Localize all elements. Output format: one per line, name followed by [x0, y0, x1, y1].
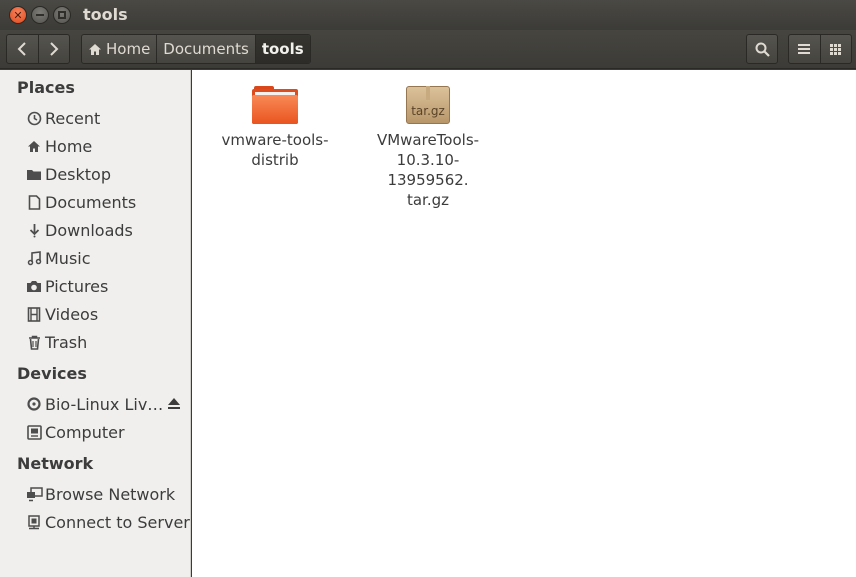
disc-icon	[25, 395, 43, 413]
back-button[interactable]	[7, 35, 38, 63]
download-icon	[25, 221, 43, 239]
chevron-left-icon	[18, 42, 27, 56]
devices-header: Devices	[17, 364, 87, 383]
file-view: vmware-tools- distrib tar.gz VMwareTools…	[192, 70, 856, 577]
document-icon	[25, 193, 43, 211]
close-button[interactable]: ✕	[9, 6, 27, 24]
window-title: tools	[83, 5, 128, 24]
breadcrumb-tools-label: tools	[261, 40, 304, 58]
sidebar-item-browse-network[interactable]: Browse Network	[25, 482, 175, 506]
chevron-right-icon	[50, 42, 59, 56]
maximize-button[interactable]	[53, 6, 71, 24]
sidebar-item-documents[interactable]: Documents	[25, 190, 136, 214]
breadcrumb-home-label: Home	[106, 40, 151, 58]
archive-icon: tar.gz	[406, 84, 450, 124]
sidebar-item-trash[interactable]: Trash	[25, 330, 87, 354]
sidebar-item-label: Browse Network	[45, 484, 176, 504]
file-name: VMwareTools- 10.3.10-13959562. tar.gz	[376, 131, 480, 209]
camera-icon	[25, 277, 43, 295]
server-icon	[25, 513, 43, 531]
sidebar-item-label: Pictures	[45, 276, 109, 296]
sidebar-item-label: Home	[45, 136, 93, 156]
sidebar-item-label: Bio-Linux Liv…	[45, 394, 164, 414]
music-icon	[25, 249, 43, 267]
sidebar-item-pictures[interactable]: Pictures	[25, 274, 108, 298]
sidebar-item-home[interactable]: Home	[25, 134, 92, 158]
list-view-button[interactable]	[789, 35, 820, 63]
search-icon	[755, 42, 770, 57]
clock-icon	[25, 109, 43, 127]
sidebar-item-music[interactable]: Music	[25, 246, 91, 270]
sidebar-item-label: Desktop	[45, 164, 111, 184]
sidebar: Places Recent Home Desktop Documents Dow…	[0, 70, 191, 577]
sidebar-item-label: Documents	[45, 192, 137, 212]
computer-icon	[25, 423, 43, 441]
breadcrumb-tools[interactable]: tools	[254, 35, 310, 63]
maximize-icon	[58, 11, 66, 19]
list-view-icon	[798, 44, 811, 54]
archive-badge: tar.gz	[411, 104, 445, 118]
navigation-buttons	[6, 34, 70, 64]
home-icon	[25, 137, 43, 155]
sidebar-item-connect-to-server[interactable]: Connect to Server	[25, 510, 190, 534]
view-toggle	[788, 34, 852, 64]
eject-icon	[168, 397, 180, 405]
forward-button[interactable]	[37, 35, 69, 63]
file-name: vmware-tools- distrib	[221, 131, 329, 169]
sidebar-item-label: Trash	[45, 332, 88, 352]
file-item-archive[interactable]: tar.gz VMwareTools- 10.3.10-13959562. ta…	[365, 84, 491, 210]
grid-view-icon	[830, 43, 842, 55]
toolbar: Home Documents tools	[0, 30, 856, 69]
network-header: Network	[17, 454, 94, 473]
sidebar-item-label: Recent	[45, 108, 101, 128]
minimize-icon	[36, 14, 44, 16]
sidebar-item-bio-linux[interactable]: Bio-Linux Liv…	[25, 392, 163, 416]
folder-icon	[252, 84, 298, 124]
sidebar-item-videos[interactable]: Videos	[25, 302, 98, 326]
sidebar-item-downloads[interactable]: Downloads	[25, 218, 133, 242]
minimize-button[interactable]	[31, 6, 49, 24]
trash-icon	[25, 333, 43, 351]
search-button[interactable]	[746, 34, 778, 64]
breadcrumb: Home Documents tools	[81, 34, 311, 64]
folder-icon	[25, 165, 43, 183]
network-icon	[25, 485, 43, 503]
home-icon	[89, 43, 101, 55]
file-item-folder[interactable]: vmware-tools- distrib	[212, 84, 338, 170]
sidebar-item-recent[interactable]: Recent	[25, 106, 100, 130]
close-icon: ✕	[13, 8, 23, 22]
sidebar-item-computer[interactable]: Computer	[25, 420, 125, 444]
places-header: Places	[17, 78, 75, 97]
sidebar-item-label: Connect to Server	[45, 512, 190, 532]
sidebar-item-label: Videos	[45, 304, 99, 324]
breadcrumb-documents[interactable]: Documents	[156, 35, 255, 63]
sidebar-item-label: Computer	[45, 422, 125, 442]
sidebar-item-desktop[interactable]: Desktop	[25, 162, 111, 186]
breadcrumb-documents-label: Documents	[163, 40, 249, 58]
sidebar-item-label: Music	[45, 248, 91, 268]
title-bar: ✕ tools	[0, 0, 856, 30]
grid-view-button[interactable]	[819, 35, 851, 63]
breadcrumb-home[interactable]: Home	[82, 35, 156, 63]
film-icon	[25, 305, 43, 323]
sidebar-item-label: Downloads	[45, 220, 133, 240]
eject-button[interactable]	[166, 395, 182, 411]
